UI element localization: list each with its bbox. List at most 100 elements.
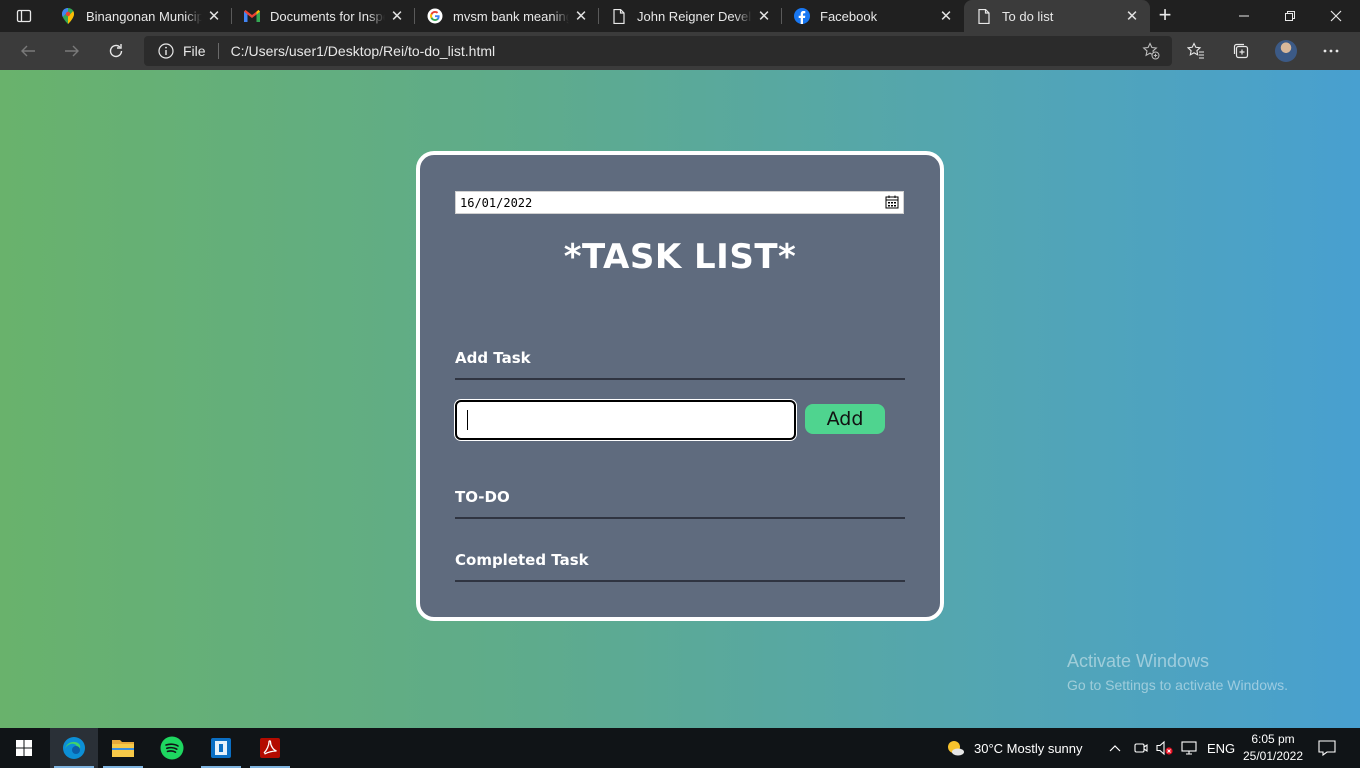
input-language-button[interactable]: ENG — [1207, 728, 1235, 768]
close-tab-icon[interactable]: ✕ — [752, 4, 776, 28]
acrobat-icon — [260, 738, 280, 758]
network-button[interactable] — [1181, 728, 1197, 768]
favorites-icon — [1187, 42, 1204, 59]
text-caret — [467, 410, 468, 430]
info-icon[interactable] — [158, 43, 174, 59]
tab-binangonan[interactable]: Binangonan Municipal ✕ — [48, 0, 232, 32]
add-task-heading: Add Task — [455, 349, 531, 367]
restore-button[interactable] — [1267, 0, 1313, 32]
language-label: ENG — [1207, 740, 1236, 756]
meet-now-button[interactable] — [1134, 728, 1148, 768]
taskbar: 30°C Mostly sunny ENG 6:05 pm 25/01/2022 — [0, 728, 1360, 768]
minimize-icon — [1239, 15, 1249, 17]
refresh-button[interactable] — [102, 37, 130, 65]
volume-button[interactable] — [1156, 728, 1174, 768]
clock-time: 6:05 pm — [1251, 732, 1295, 746]
tab-actions-icon — [16, 9, 32, 23]
tab-strip: Binangonan Municipal ✕ Documents for Ins… — [0, 0, 1360, 32]
google-icon — [427, 8, 443, 24]
tab-to-do-list[interactable]: To do list ✕ — [964, 0, 1150, 32]
gmail-icon — [244, 8, 260, 24]
document-icon — [976, 8, 992, 24]
tab-title: To do list — [1002, 8, 1054, 24]
camera-icon — [1134, 743, 1148, 753]
tab-actions-button[interactable] — [0, 0, 48, 32]
page-background: 16/01/2022 *TASK LIST* Add Task Add TO-D… — [0, 70, 1360, 728]
network-icon — [1181, 741, 1197, 755]
tab-title: Documents for Inspection — [270, 8, 385, 24]
date-value: 16/01/2022 — [460, 195, 533, 210]
document-icon — [611, 8, 627, 24]
url-text[interactable]: C:/Users/user1/Desktop/Rei/to-do_list.ht… — [231, 43, 496, 59]
show-hidden-icons-button[interactable] — [1109, 728, 1121, 768]
avatar — [1275, 40, 1297, 62]
new-tab-button[interactable]: + — [1153, 4, 1177, 28]
forward-button[interactable] — [58, 37, 86, 65]
completed-task-divider — [455, 580, 905, 582]
todo-divider — [455, 517, 905, 519]
task-list-card: 16/01/2022 *TASK LIST* Add Task Add TO-D… — [416, 151, 944, 621]
facebook-icon — [794, 8, 810, 24]
omnibox-divider — [217, 43, 219, 59]
chevron-up-icon — [1109, 745, 1121, 752]
tab-title: John Reigner Devela Portfolio — [637, 8, 752, 24]
settings-more-button[interactable] — [1317, 37, 1345, 65]
more-options-icon — [1323, 49, 1339, 53]
windows-logo-icon — [16, 740, 32, 756]
close-tab-icon[interactable]: ✕ — [1120, 4, 1144, 28]
close-window-button[interactable] — [1313, 0, 1359, 32]
back-button[interactable] — [14, 37, 42, 65]
tab-title: mvsm bank meaning - Google Search — [453, 8, 569, 24]
tab-facebook[interactable]: Facebook ✕ — [782, 0, 964, 32]
tab-title: Facebook — [820, 8, 878, 24]
forward-arrow-icon — [65, 45, 79, 57]
close-tab-icon[interactable]: ✕ — [385, 4, 409, 28]
taskbar-file-explorer[interactable] — [99, 728, 147, 768]
clock[interactable]: 6:05 pm 25/01/2022 — [1238, 731, 1308, 765]
address-bar[interactable]: File C:/Users/user1/Desktop/Rei/to-do_li… — [144, 36, 1172, 66]
url-scheme-label: File — [183, 43, 206, 59]
close-tab-icon[interactable]: ✕ — [569, 4, 593, 28]
close-tab-icon[interactable]: ✕ — [202, 4, 226, 28]
editor-app-icon — [211, 738, 231, 758]
back-arrow-icon — [21, 45, 35, 57]
task-input[interactable] — [455, 400, 796, 440]
tab-mvsm-search[interactable]: mvsm bank meaning - Google Search ✕ — [415, 0, 599, 32]
action-center-button[interactable] — [1318, 728, 1336, 768]
add-task-divider — [455, 378, 905, 380]
weather-sun-icon — [948, 741, 964, 756]
volume-muted-icon — [1156, 740, 1173, 756]
taskbar-spotify[interactable] — [148, 728, 196, 768]
add-task-button[interactable]: Add — [805, 404, 885, 434]
weather-widget[interactable]: 30°C Mostly sunny — [944, 728, 1083, 768]
start-button[interactable] — [0, 728, 48, 768]
restore-icon — [1285, 11, 1295, 21]
browser-toolbar: File C:/Users/user1/Desktop/Rei/to-do_li… — [0, 32, 1360, 70]
calendar-icon[interactable] — [885, 195, 899, 212]
tab-title: Binangonan Municipal — [86, 8, 202, 24]
spotify-icon — [160, 736, 184, 760]
tab-documents[interactable]: Documents for Inspection ✕ — [232, 0, 415, 32]
notification-icon — [1318, 740, 1336, 756]
collections-icon — [1233, 43, 1249, 59]
date-input[interactable]: 16/01/2022 — [455, 191, 904, 214]
activate-windows-subtitle: Go to Settings to activate Windows. — [1067, 677, 1288, 693]
taskbar-edge[interactable] — [50, 728, 98, 768]
profile-button[interactable] — [1272, 37, 1300, 65]
clock-date: 25/01/2022 — [1242, 749, 1304, 763]
taskbar-editor[interactable] — [197, 728, 245, 768]
completed-task-heading: Completed Task — [455, 551, 589, 569]
page-title: *TASK LIST* — [563, 237, 797, 277]
edge-icon — [63, 737, 85, 759]
taskbar-acrobat[interactable] — [246, 728, 294, 768]
refresh-icon — [109, 44, 123, 58]
weather-text: 30°C Mostly sunny — [974, 740, 1083, 756]
favorites-button[interactable] — [1182, 37, 1210, 65]
google-maps-icon — [60, 8, 76, 24]
minimize-button[interactable] — [1221, 0, 1267, 32]
folder-icon — [112, 740, 134, 757]
tab-portfolio[interactable]: John Reigner Devela Portfolio ✕ — [599, 0, 782, 32]
close-tab-icon[interactable]: ✕ — [934, 4, 958, 28]
collections-button[interactable] — [1227, 37, 1255, 65]
add-favorite-icon[interactable] — [1142, 42, 1160, 65]
